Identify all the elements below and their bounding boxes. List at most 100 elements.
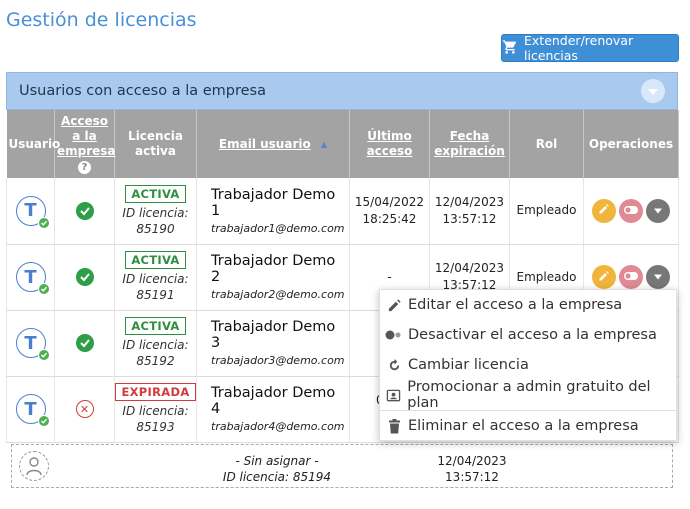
- role-cell: Empleado: [509, 178, 584, 245]
- email-cell: Trabajador Demo 1 trabajador1@demo.com: [196, 178, 350, 245]
- check-icon: [37, 216, 50, 229]
- license-id-value: 85191: [136, 288, 175, 302]
- license-cell: EXPIRADA ID licencia: 85193: [114, 376, 197, 443]
- menu-item-label: Editar el acceso a la empresa: [408, 297, 623, 313]
- avatar[interactable]: T: [15, 328, 50, 361]
- edit-button[interactable]: [592, 198, 616, 223]
- license-status-badge: EXPIRADA: [115, 383, 196, 401]
- extend-licenses-label: Extender/renovar licencias: [524, 33, 634, 63]
- pencil-icon: [598, 203, 610, 218]
- user-cell: T: [6, 310, 55, 377]
- menu-item-label: Desactivar el acceso a la empresa: [408, 327, 657, 343]
- user-name: Trabajador Demo 4: [211, 385, 336, 417]
- collapse-section-button[interactable]: [641, 79, 665, 103]
- empty-user-icon: [19, 451, 49, 481]
- header-operations: Operaciones: [583, 110, 679, 178]
- avatar[interactable]: T: [15, 262, 50, 295]
- access-cell: [54, 178, 115, 245]
- user-name: Trabajador Demo 2: [211, 253, 336, 285]
- menu-item-deactivate-access[interactable]: Desactivar el acceso a la empresa: [380, 320, 676, 350]
- license-id-label: ID licencia:: [122, 338, 189, 352]
- sort-ascending-icon: ▲: [320, 139, 328, 149]
- license-cell: ACTIVA ID licencia: 85192: [114, 310, 197, 377]
- license-status-badge: ACTIVA: [125, 251, 186, 269]
- pencil-icon: [384, 298, 404, 313]
- header-email-label: Email usuario: [218, 136, 311, 151]
- unassigned-expiration-date: 12/04/2023: [437, 454, 507, 468]
- avatar[interactable]: T: [15, 195, 50, 229]
- toggle-off-icon: [384, 330, 404, 340]
- license-id-label: ID licencia:: [122, 205, 189, 220]
- menu-item-edit-access[interactable]: Editar el acceso a la empresa: [380, 290, 676, 320]
- cart-icon: [502, 39, 518, 58]
- more-options-button[interactable]: [646, 265, 670, 289]
- chevron-down-icon: [653, 204, 663, 218]
- trash-icon: [384, 418, 404, 434]
- license-status-badge: ACTIVA: [125, 184, 186, 203]
- edit-button[interactable]: [592, 265, 616, 289]
- access-denied-icon: ✕: [75, 400, 94, 418]
- deactivate-button[interactable]: [619, 198, 643, 223]
- access-granted-icon: [75, 201, 94, 220]
- section-title: Usuarios con acceso a la empresa: [19, 83, 266, 99]
- avatar[interactable]: T: [15, 394, 50, 427]
- expiration-cell: 12/04/2023 13:57:12: [429, 178, 510, 245]
- check-icon: [37, 283, 50, 295]
- access-cell: ✕: [54, 376, 115, 443]
- check-icon: [37, 415, 50, 427]
- access-granted-icon: [75, 334, 94, 352]
- toggle-off-icon: [623, 270, 639, 284]
- avatar-initial: T: [24, 200, 37, 222]
- toggle-off-icon: [623, 204, 639, 218]
- menu-item-label: Promocionar a admin gratuito del plan: [407, 379, 651, 411]
- promote-icon: [384, 388, 403, 403]
- header-user: Usuario: [6, 110, 60, 178]
- menu-item-change-license[interactable]: Cambiar licencia: [380, 350, 676, 380]
- access-cell: [54, 310, 115, 377]
- chevron-down-icon: [653, 270, 663, 284]
- extend-licenses-button[interactable]: Extender/renovar licencias: [501, 33, 679, 63]
- operations-cell: [583, 178, 679, 245]
- user-cell: T: [6, 244, 55, 311]
- header-last-access[interactable]: Último acceso: [349, 110, 430, 178]
- expiration-date: 12/04/2023: [434, 194, 505, 209]
- header-email[interactable]: Email usuario ▲: [196, 110, 350, 178]
- page-title: Gestión de licencias: [6, 9, 197, 31]
- operations-context-menu: Editar el acceso a la empresa Desactivar…: [379, 289, 677, 441]
- help-icon[interactable]: ?: [78, 161, 91, 174]
- user-cell: T: [6, 178, 55, 245]
- menu-item-label: Eliminar el acceso a la empresa: [408, 418, 639, 434]
- last-access-date: -: [387, 269, 392, 284]
- header-role: Rol: [509, 110, 584, 178]
- unassigned-license-row: - Sin asignar - ID licencia: 85194 12/04…: [11, 444, 673, 488]
- deactivate-button[interactable]: [619, 265, 643, 289]
- license-id-value: 85190: [136, 221, 175, 236]
- license-id-value: 85193: [136, 420, 175, 434]
- license-status-badge: ACTIVA: [125, 317, 186, 335]
- check-icon: [37, 349, 50, 361]
- role-value: Empleado: [516, 203, 577, 218]
- unassigned-license-id: ID licencia: 85194: [222, 470, 332, 484]
- menu-item-promote-admin[interactable]: Promocionar a admin gratuito del plan: [380, 379, 676, 411]
- user-name: Trabajador Demo 3: [211, 319, 336, 351]
- header-license: Licencia activa: [114, 110, 197, 178]
- more-options-button[interactable]: [646, 198, 670, 223]
- unassigned-label: - Sin asignar -: [235, 454, 319, 468]
- last-access-date: 15/04/2022: [354, 194, 425, 209]
- email-cell: Trabajador Demo 4 trabajador4@demo.com: [196, 376, 350, 443]
- menu-item-label: Cambiar licencia: [408, 357, 529, 373]
- header-expiration[interactable]: Fecha expiración: [429, 110, 510, 178]
- role-value: Empleado: [516, 269, 577, 284]
- avatar-initial: T: [24, 266, 37, 288]
- license-id-value: 85192: [136, 354, 175, 368]
- last-access-time: 18:25:42: [362, 211, 417, 226]
- header-access[interactable]: Acceso a la empresa ?: [54, 110, 116, 178]
- user-email: trabajador2@demo.com: [211, 288, 345, 301]
- menu-item-remove-access[interactable]: Eliminar el acceso a la empresa: [380, 411, 676, 441]
- access-cell: [54, 244, 115, 311]
- expiration-date: 12/04/2023: [434, 261, 505, 275]
- user-email: trabajador1@demo.com: [211, 221, 345, 235]
- email-cell: Trabajador Demo 2 trabajador2@demo.com: [196, 244, 350, 311]
- access-granted-icon: [75, 268, 94, 286]
- license-id-label: ID licencia:: [122, 272, 189, 286]
